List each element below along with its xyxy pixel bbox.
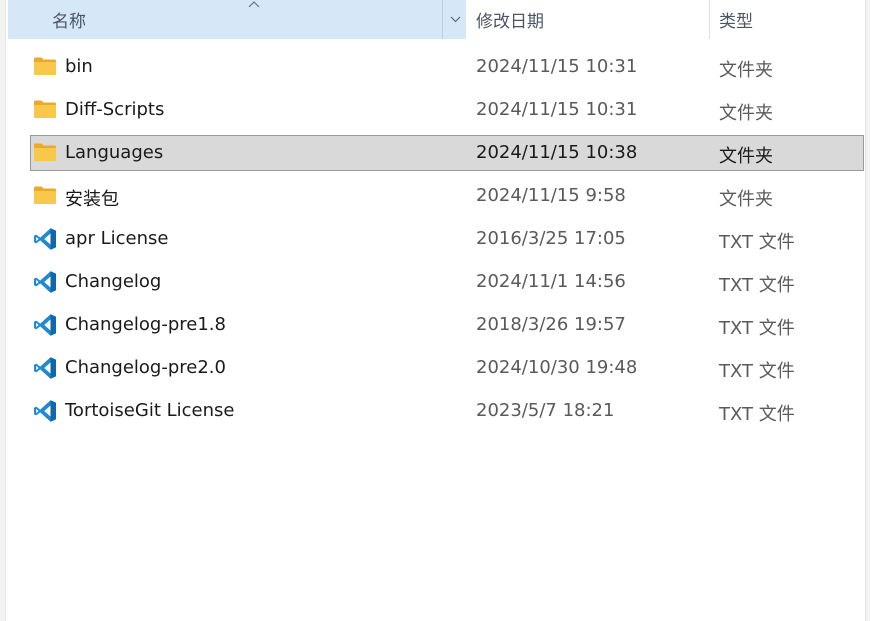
window-right-edge [865, 0, 870, 621]
file-date-modified: 2023/5/7 18:21 [476, 400, 615, 421]
file-row[interactable]: Changelog-pre1.8 2018/3/26 19:57 TXT 文件 [30, 307, 864, 343]
file-date-modified: 2024/11/15 10:31 [476, 99, 638, 120]
file-type: 文件夹 [719, 103, 773, 124]
file-name: Changelog-pre1.8 [65, 314, 226, 335]
file-row[interactable]: Changelog-pre2.0 2024/10/30 19:48 TXT 文件 [30, 350, 864, 386]
file-type: TXT 文件 [719, 404, 795, 425]
file-name: Diff-Scripts [65, 99, 165, 120]
file-date-modified: 2024/11/1 14:56 [476, 271, 626, 292]
column-header-date-label: 修改日期 [476, 12, 544, 32]
vscode-file-icon [33, 356, 57, 379]
file-date-modified: 2024/11/15 10:31 [476, 56, 638, 77]
window-left-edge [0, 0, 6, 621]
file-date-modified: 2024/10/30 19:48 [476, 357, 638, 378]
file-type: TXT 文件 [719, 232, 795, 253]
folder-icon [33, 142, 57, 164]
file-date-modified: 2018/3/26 19:57 [476, 314, 626, 335]
file-row[interactable]: bin 2024/11/15 10:31 文件夹 [30, 49, 864, 85]
file-date-modified: 2024/11/15 9:58 [476, 185, 626, 206]
file-date-modified: 2024/11/15 10:38 [476, 142, 638, 163]
sort-ascending-icon [248, 0, 260, 12]
file-name: apr License [65, 228, 169, 249]
folder-icon [33, 56, 57, 78]
file-type: TXT 文件 [719, 318, 795, 339]
column-header-type-label: 类型 [719, 12, 753, 32]
file-type: 文件夹 [719, 60, 773, 81]
file-row[interactable]: Languages 2024/11/15 10:38 文件夹 [30, 135, 864, 171]
file-date-modified: 2016/3/25 17:05 [476, 228, 626, 249]
folder-icon [33, 99, 57, 121]
file-row[interactable]: 安装包 2024/11/15 9:58 文件夹 [30, 178, 864, 214]
file-name: 安装包 [65, 189, 119, 210]
vscode-file-icon [33, 313, 57, 336]
file-row[interactable]: TortoiseGit License 2023/5/7 18:21 TXT 文件 [30, 393, 864, 429]
column-header-date-modified[interactable]: 修改日期 [466, 0, 710, 39]
file-name: Changelog-pre2.0 [65, 357, 226, 378]
file-type: TXT 文件 [719, 361, 795, 382]
file-name: bin [65, 56, 93, 77]
file-name: TortoiseGit License [65, 400, 235, 421]
file-row[interactable]: apr License 2016/3/25 17:05 TXT 文件 [30, 221, 864, 257]
file-row[interactable]: Diff-Scripts 2024/11/15 10:31 文件夹 [30, 92, 864, 128]
vscode-file-icon [33, 227, 57, 250]
file-row[interactable]: Changelog 2024/11/1 14:56 TXT 文件 [30, 264, 864, 300]
file-type: TXT 文件 [719, 275, 795, 296]
file-name: Changelog [65, 271, 162, 292]
column-header-name[interactable]: 名称 [8, 0, 466, 39]
column-header-type[interactable]: 类型 [710, 0, 870, 39]
column-header-bar: 名称 修改日期 类型 [8, 0, 866, 39]
column-filter-chevron-icon[interactable] [442, 0, 467, 39]
file-name: Languages [65, 142, 164, 163]
file-type: 文件夹 [719, 146, 773, 167]
folder-icon [33, 185, 57, 207]
column-header-name-label: 名称 [52, 12, 86, 32]
file-type: 文件夹 [719, 189, 773, 210]
vscode-file-icon [33, 399, 57, 422]
vscode-file-icon [33, 270, 57, 293]
